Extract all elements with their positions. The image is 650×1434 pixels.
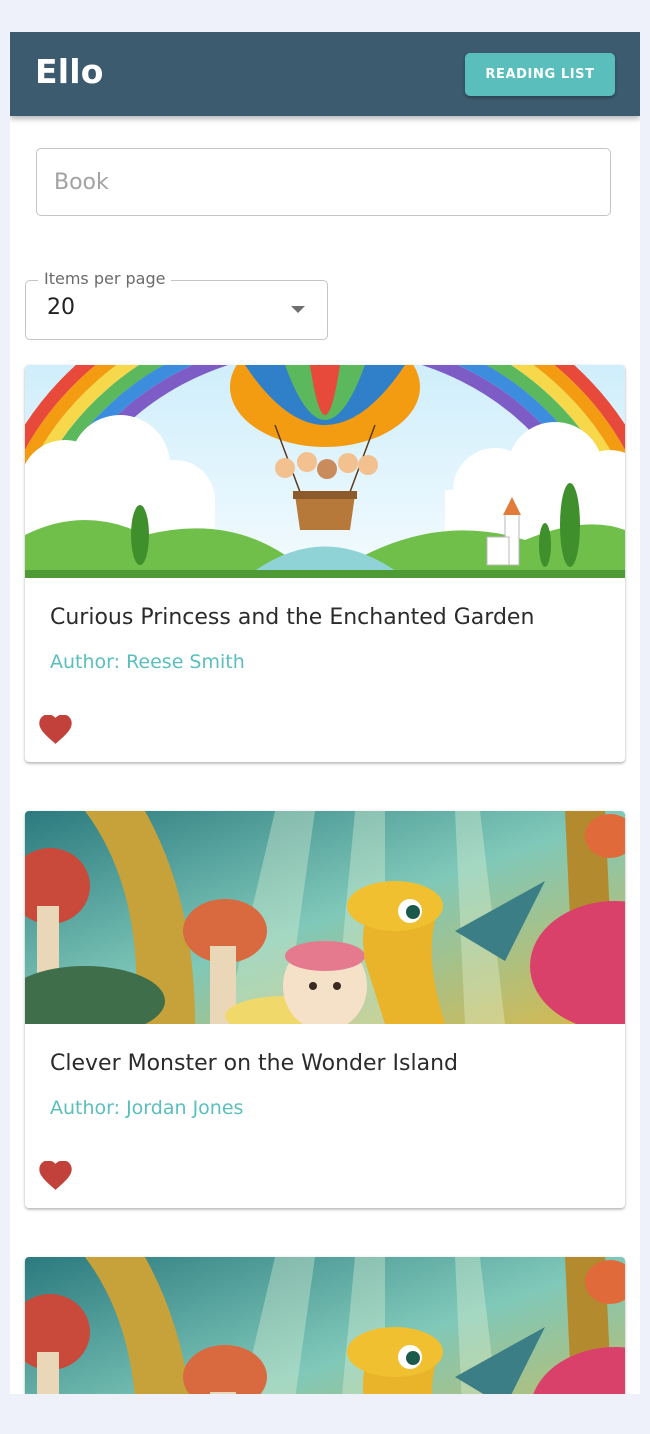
book-author: Author: Jordan Jones xyxy=(50,1097,244,1119)
items-per-page-label: Items per page xyxy=(38,269,172,288)
book-title: Clever Monster on the Wonder Island xyxy=(50,1051,458,1076)
reading-list-button[interactable]: READING LIST xyxy=(465,53,615,96)
book-card xyxy=(25,1257,625,1394)
app-bar: Ello READING LIST xyxy=(10,32,640,116)
dropdown-arrow-icon[interactable] xyxy=(291,306,305,313)
heart-icon[interactable] xyxy=(39,1161,72,1191)
book-card: Clever Monster on the Wonder Island Auth… xyxy=(25,811,625,1208)
book-card: Curious Princess and the Enchanted Garde… xyxy=(25,365,625,762)
app-title: Ello xyxy=(35,52,104,91)
book-cover-dragon-image xyxy=(25,1257,625,1394)
items-per-page-value: 20 xyxy=(47,295,75,320)
book-cover-dragon-image xyxy=(25,811,625,1024)
items-per-page-select[interactable]: Items per page 20 xyxy=(25,269,328,340)
book-author: Author: Reese Smith xyxy=(50,651,245,673)
book-cover-balloon-image xyxy=(25,365,625,578)
app-container: Ello READING LIST Items per page 20 xyxy=(10,32,640,1394)
book-search-input[interactable] xyxy=(36,148,611,216)
book-title: Curious Princess and the Enchanted Garde… xyxy=(50,605,535,630)
heart-icon[interactable] xyxy=(39,715,72,745)
